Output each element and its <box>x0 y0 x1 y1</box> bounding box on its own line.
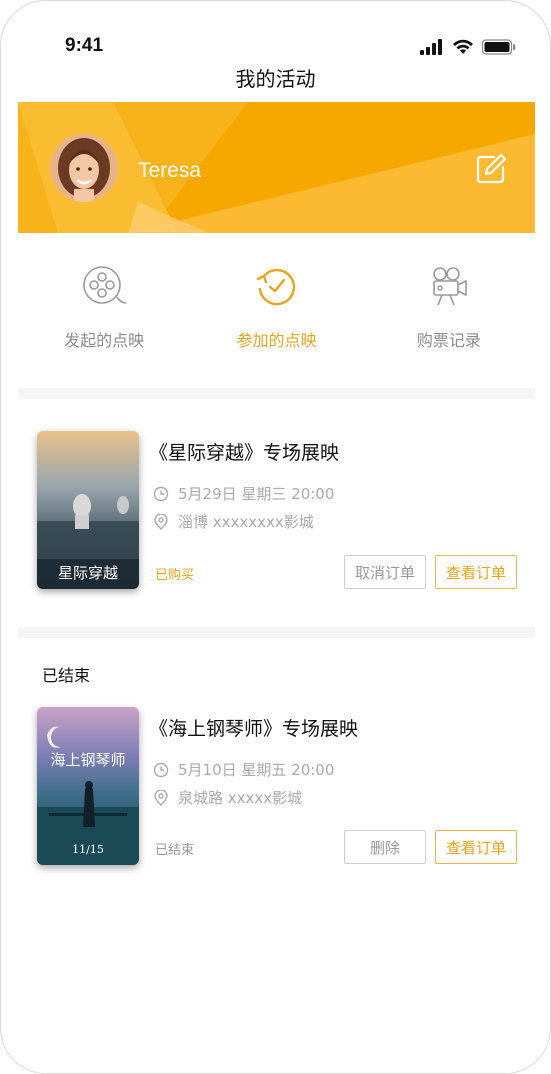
location-pin-icon <box>154 513 168 530</box>
view-order-button[interactable]: 查看订单 <box>435 555 517 589</box>
clock-icon <box>153 486 169 501</box>
status-icons <box>420 37 516 55</box>
wifi-icon <box>453 39 473 54</box>
event-datetime-text: 5月29日 星期三 20:00 <box>178 485 335 503</box>
battery-icon <box>482 39 516 55</box>
signal-icon <box>420 39 442 55</box>
section-divider <box>18 388 535 399</box>
tab-joined[interactable]: 参加的点映 <box>190 263 362 363</box>
poster-interstellar[interactable]: 星际穿越 <box>37 431 139 589</box>
event-title[interactable]: 《星际穿越》专场展映 <box>149 438 339 465</box>
poster-image: 海上钢琴师 11/15 <box>37 707 139 865</box>
event-datetime-text: 5月10日 星期五 20:00 <box>178 761 335 779</box>
event-datetime: 5月29日 星期三 20:00 <box>153 483 334 504</box>
tab-tickets[interactable]: 购票记录 <box>363 263 535 363</box>
status-time: 9:41 <box>65 35 104 56</box>
section-divider <box>18 627 535 638</box>
event-location: 泉城路 xxxxx影城 <box>153 787 302 808</box>
poster-pianist[interactable]: 海上钢琴师 11/15 <box>37 707 139 865</box>
movie-camera-icon <box>433 267 467 306</box>
event-card[interactable]: 海上钢琴师 11/15 《海上钢琴师》专场展映 5月10日 星期五 20:00 … <box>18 674 535 894</box>
status-badge: 已购买 <box>155 568 195 583</box>
poster-title-text: 星际穿越 <box>58 564 118 582</box>
phone-frame: 9:41 我的活动 Teresa 发起的点映 参加的点映 购票记录 星际穿越 《… <box>0 0 551 1074</box>
event-location-text: 淄博 xxxxxxxx影城 <box>178 513 314 531</box>
activity-tabs: 发起的点映 参加的点映 购票记录 <box>18 263 535 363</box>
event-datetime: 5月10日 星期五 20:00 <box>153 759 334 780</box>
avatar[interactable] <box>50 134 118 202</box>
tab-initiated[interactable]: 发起的点映 <box>18 263 190 363</box>
clock-refresh-icon <box>257 268 296 306</box>
page-title: 我的活动 <box>235 67 316 91</box>
poster-image: 星际穿越 <box>37 431 139 589</box>
tab-label: 发起的点映 <box>64 331 145 350</box>
delete-button[interactable]: 删除 <box>344 830 426 864</box>
view-order-button[interactable]: 查看订单 <box>435 830 517 864</box>
status-badge: 已结束 <box>155 843 195 858</box>
film-reel-icon <box>83 266 127 304</box>
poster-title-text: 海上钢琴师 <box>50 751 125 769</box>
user-name: Teresa <box>138 159 202 182</box>
poster-date-text: 11/15 <box>72 843 104 856</box>
avatar-image <box>50 134 118 202</box>
clock-icon <box>153 762 169 777</box>
cancel-order-button[interactable]: 取消订单 <box>344 555 426 589</box>
location-pin-icon <box>154 789 168 806</box>
tab-label: 购票记录 <box>416 331 481 350</box>
event-card[interactable]: 星际穿越 《星际穿越》专场展映 5月29日 星期三 20:00 淄博 xxxxx… <box>18 399 535 627</box>
event-title[interactable]: 《海上钢琴师》专场展映 <box>149 714 358 741</box>
edit-icon[interactable] <box>474 152 508 186</box>
event-location-text: 泉城路 xxxxx影城 <box>178 789 303 807</box>
event-location: 淄博 xxxxxxxx影城 <box>153 511 314 532</box>
profile-banner: Teresa <box>18 102 535 233</box>
tab-label: 参加的点映 <box>236 331 317 350</box>
